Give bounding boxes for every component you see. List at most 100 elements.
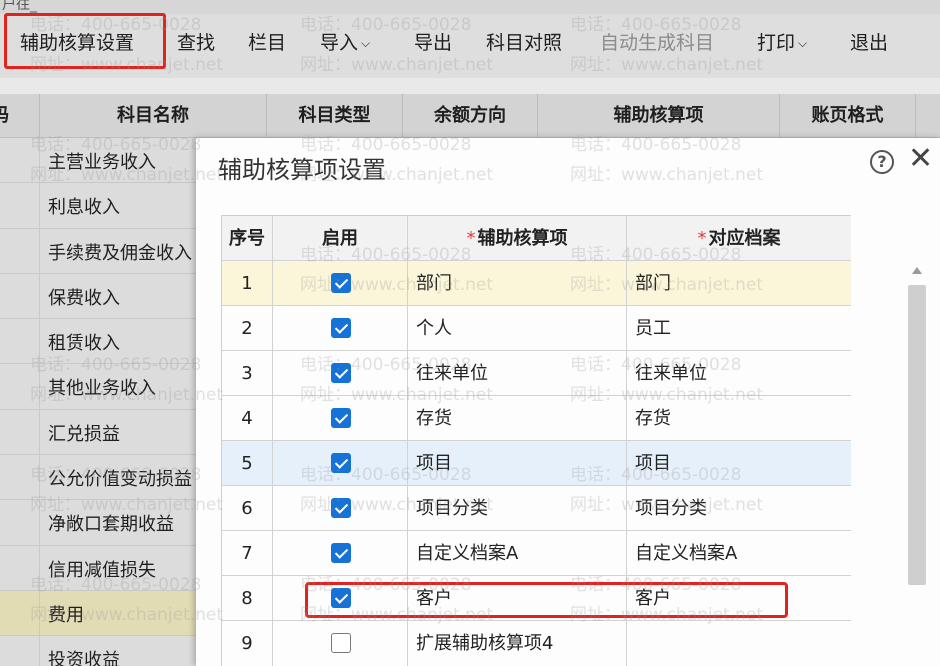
grid-col-type[interactable]: 科目类型 <box>267 94 403 138</box>
required-mark: * <box>697 228 707 249</box>
grid-col-name[interactable]: 科目名称 <box>40 94 267 138</box>
aux-item-name[interactable]: 自定义档案A <box>416 531 518 576</box>
enable-checkbox[interactable] <box>331 408 351 428</box>
find-button[interactable]: 查找 <box>177 28 215 58</box>
window-title: 户往_ <box>2 0 37 13</box>
export-button[interactable]: 导出 <box>414 28 452 58</box>
table-row[interactable]: 公允价值变动损益 <box>0 455 200 501</box>
required-mark: * <box>466 228 476 249</box>
archive-name[interactable]: 员工 <box>635 306 671 351</box>
table-row[interactable]: 其他业务收入 <box>0 364 200 410</box>
table-header-row: 序号 启用 * 辅助核算项 * 对应档案 <box>222 216 851 261</box>
enable-checkbox[interactable] <box>331 363 351 383</box>
table-row[interactable]: 保费收入 <box>0 273 200 320</box>
archive-name[interactable]: 项目分类 <box>635 486 707 531</box>
exit-button[interactable]: 退出 <box>850 28 888 58</box>
print-dropdown-button[interactable]: 打印 ⌵ <box>757 28 807 58</box>
vertical-scrollbar[interactable] <box>906 265 928 666</box>
aux-item-name[interactable]: 部门 <box>416 261 452 306</box>
columns-button[interactable]: 栏目 <box>248 28 286 58</box>
enable-checkbox[interactable] <box>331 498 351 518</box>
row-index: 1 <box>241 273 253 294</box>
import-label: 导入 <box>320 32 359 54</box>
auto-generate-accounts-button[interactable]: 自动生成科目 <box>600 28 714 58</box>
table-row[interactable]: 1 部门 部门 <box>222 261 851 306</box>
row-index: 8 <box>241 588 253 609</box>
aux-item-name[interactable]: 扩展辅助核算项4 <box>416 621 553 666</box>
table-row[interactable]: 租赁收入 <box>0 319 200 365</box>
table-row[interactable]: 6 项目分类 项目分类 <box>222 486 851 531</box>
grid-col-code[interactable]: 码 <box>0 94 40 138</box>
grid-header: 码 科目名称 科目类型 余额方向 辅助核算项 账页格式 <box>0 94 940 138</box>
account-name: 利息收入 <box>48 197 120 219</box>
table-row[interactable]: 4 存货 存货 <box>222 396 851 441</box>
table-row[interactable]: 5 项目 项目 <box>222 441 851 486</box>
aux-item-name[interactable]: 往来单位 <box>416 351 488 396</box>
aux-item-name[interactable]: 个人 <box>416 306 452 351</box>
col-index-header: 序号 <box>222 216 273 260</box>
account-name: 净敞口套期收益 <box>48 514 174 536</box>
account-list: 主营业务收入 利息收入 手续费及佣金收入 保费收入 租赁收入 其他业务收入 汇兑… <box>0 138 200 666</box>
table-row-selected[interactable]: 费用 <box>0 590 200 637</box>
table-row[interactable]: 2 个人 员工 <box>222 306 851 351</box>
account-name: 主营业务收入 <box>48 152 156 173</box>
col-item-header-label: 辅助核算项 <box>477 228 568 249</box>
aux-item-name[interactable]: 项目分类 <box>416 486 488 531</box>
toolbar-highlight-box <box>4 13 166 69</box>
account-name: 公允价值变动损益 <box>48 469 192 491</box>
archive-name[interactable]: 部门 <box>635 261 671 306</box>
account-name: 投资收益 <box>48 650 120 666</box>
window-title-bar: 户往_ <box>0 0 940 14</box>
row-index: 9 <box>241 633 253 654</box>
grid-col-balance-direction[interactable]: 余额方向 <box>403 94 538 138</box>
table-row[interactable]: 主营业务收入 <box>0 138 200 184</box>
print-label: 打印 <box>757 32 796 54</box>
table-row[interactable]: 7 自定义档案A 自定义档案A <box>222 531 851 576</box>
archive-name[interactable]: 往来单位 <box>635 351 707 396</box>
archive-name[interactable]: 项目 <box>635 441 671 486</box>
account-name: 保费收入 <box>48 287 120 309</box>
question-circle-icon[interactable]: ? <box>870 150 894 174</box>
table-row[interactable]: 手续费及佣金收入 <box>0 228 200 274</box>
row-index: 3 <box>241 363 253 384</box>
enable-checkbox[interactable] <box>331 273 351 293</box>
enable-checkbox[interactable] <box>331 543 351 563</box>
chevron-down-icon: ⌵ <box>361 36 371 50</box>
table-row[interactable]: 信用减值损失 <box>0 545 200 591</box>
account-name: 汇兑损益 <box>48 423 120 445</box>
chevron-down-icon: ⌵ <box>798 36 808 50</box>
archive-name[interactable]: 自定义档案A <box>635 531 737 576</box>
grid-col-page-format[interactable]: 账页格式 <box>780 94 916 138</box>
scroll-up-arrow-icon[interactable] <box>912 267 922 274</box>
enable-checkbox[interactable] <box>331 318 351 338</box>
aux-item-name[interactable]: 存货 <box>416 396 452 441</box>
import-dropdown-button[interactable]: 导入 ⌵ <box>320 28 370 58</box>
account-name: 其他业务收入 <box>48 378 156 400</box>
table-row[interactable]: 利息收入 <box>0 183 200 229</box>
account-name: 信用减值损失 <box>48 559 156 581</box>
table-row[interactable]: 9 扩展辅助核算项4 <box>222 621 851 666</box>
col-enabled-header: 启用 <box>273 216 408 260</box>
col-archive-header-label: 对应档案 <box>708 228 781 249</box>
row-highlight-box <box>305 582 788 618</box>
table-row[interactable]: 3 往来单位 往来单位 <box>222 351 851 396</box>
account-mapping-button[interactable]: 科目对照 <box>486 28 562 58</box>
row-index: 5 <box>241 453 253 474</box>
close-icon[interactable]: ✕ <box>908 144 933 174</box>
col-archive-header: * 对应档案 <box>627 216 851 260</box>
account-name: 手续费及佣金收入 <box>48 242 192 264</box>
table-row[interactable]: 投资收益 <box>0 636 200 666</box>
account-name: 租赁收入 <box>48 333 120 355</box>
enable-checkbox[interactable] <box>331 633 351 653</box>
aux-item-name[interactable]: 项目 <box>416 441 452 486</box>
grid-col-aux-items[interactable]: 辅助核算项 <box>538 94 780 138</box>
enable-checkbox[interactable] <box>331 453 351 473</box>
row-index: 6 <box>241 498 253 519</box>
table-row[interactable]: 汇兑损益 <box>0 409 200 456</box>
scroll-thumb[interactable] <box>908 285 926 585</box>
table-row[interactable]: 净敞口套期收益 <box>0 500 200 546</box>
row-index: 4 <box>241 408 253 429</box>
dialog-title: 辅助核算项设置 <box>218 156 386 184</box>
archive-name[interactable]: 存货 <box>635 396 671 441</box>
row-index: 2 <box>241 318 253 339</box>
